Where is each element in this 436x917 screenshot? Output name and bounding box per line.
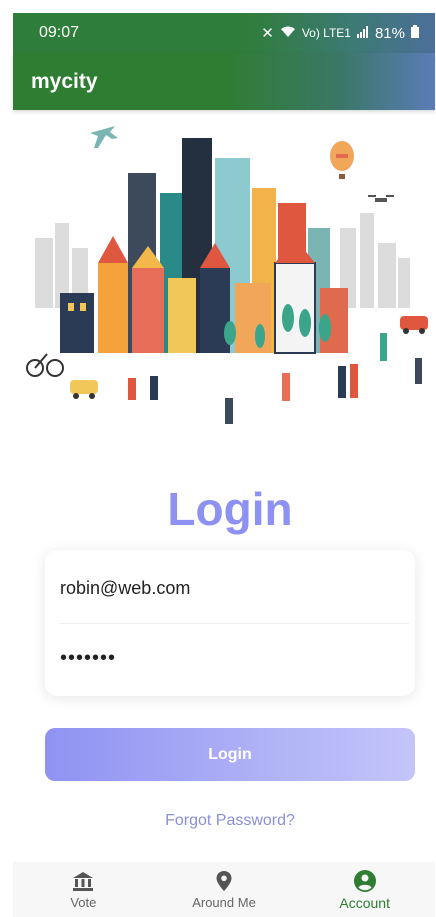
city-illustration bbox=[26, 126, 428, 424]
network-label: Vo) LTE1 bbox=[301, 26, 351, 40]
nav-label-account: Account bbox=[339, 894, 390, 911]
bank-icon bbox=[73, 872, 94, 891]
mute-icon: ✕ bbox=[261, 25, 274, 42]
app-title: mycity bbox=[31, 69, 98, 93]
airplane-icon bbox=[90, 126, 118, 148]
battery-icon bbox=[411, 24, 419, 42]
nav-label-vote: Vote bbox=[70, 895, 97, 910]
login-button[interactable]: Login bbox=[45, 728, 415, 781]
cyclist-icon bbox=[26, 353, 64, 377]
login-title: Login bbox=[167, 483, 293, 535]
nav-label-around-me: Around Me bbox=[192, 895, 256, 910]
battery-percent: 81% bbox=[374, 24, 405, 42]
location-pin-icon bbox=[216, 871, 232, 891]
password-field[interactable]: ••••••• bbox=[45, 622, 415, 694]
forgot-password-link[interactable]: Forgot Password? bbox=[0, 812, 436, 830]
email-field[interactable]: robin@web.com bbox=[45, 552, 415, 624]
drone-icon bbox=[368, 195, 394, 202]
account-circle-icon bbox=[353, 869, 376, 892]
status-bar: 09:07 ✕ Vo) LTE1 81% bbox=[13, 13, 435, 53]
login-form-card: robin@web.com ••••••• bbox=[45, 550, 415, 696]
hot-air-balloon-icon bbox=[330, 141, 354, 179]
nav-item-vote[interactable]: Vote bbox=[13, 862, 154, 917]
wifi-icon bbox=[280, 25, 296, 42]
red-car-icon bbox=[400, 316, 428, 334]
yellow-car-icon bbox=[70, 380, 98, 399]
nav-item-around-me[interactable]: Around Me bbox=[154, 862, 295, 917]
status-icons: ✕ Vo) LTE1 81% bbox=[261, 24, 419, 42]
bottom-nav: Vote Around Me Account bbox=[13, 862, 435, 917]
nav-item-account[interactable]: Account bbox=[294, 862, 435, 917]
app-bar: mycity bbox=[13, 53, 435, 110]
signal-icon bbox=[356, 25, 369, 42]
status-time: 09:07 bbox=[39, 24, 80, 41]
